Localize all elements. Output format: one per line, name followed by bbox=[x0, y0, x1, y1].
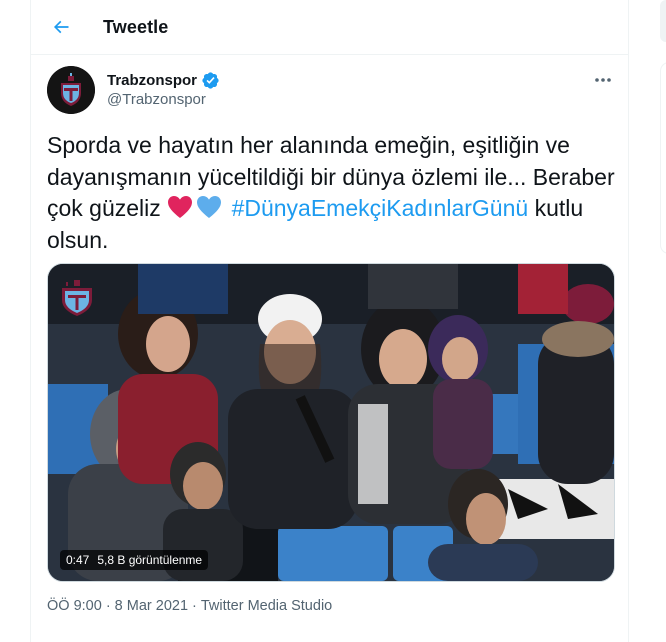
video-overlay: 0:47 5,8 B görüntülenme bbox=[60, 550, 209, 570]
tweet-text-line: olsun. bbox=[47, 226, 109, 253]
page-title: Tweetle bbox=[103, 16, 169, 37]
tweet-text-line: dayanışmanın yüceltildiği bir dünya özle… bbox=[47, 163, 615, 190]
meta-separator: · bbox=[192, 598, 197, 614]
video-frame bbox=[48, 264, 614, 581]
tweet-text: Sporda ve hayatın her alanında emeğin, e… bbox=[47, 130, 617, 256]
tweet-text-line: çok güzeliz #DünyaEmekçiKadınlarGünü kut… bbox=[47, 193, 617, 225]
author-handle[interactable]: @Trabzonspor bbox=[107, 91, 206, 108]
tweet-date[interactable]: 8 Mar 2021 bbox=[115, 598, 188, 614]
tweet-source[interactable]: Twitter Media Studio bbox=[201, 598, 332, 614]
video-view-count: 5,8 B görüntülenme bbox=[97, 553, 203, 567]
page-header: Tweetle bbox=[31, 0, 628, 55]
tweet-page: Tweetle Trabzonspor @Trabzonspor Sporda … bbox=[0, 0, 666, 642]
trabzonspor-logo-icon bbox=[47, 66, 95, 114]
tweet-text-segment: çok güzeliz bbox=[47, 195, 161, 221]
blue-heart-icon bbox=[197, 196, 222, 218]
red-heart-icon bbox=[168, 196, 193, 218]
tweet-time[interactable]: ÖÖ 9:00 bbox=[47, 598, 102, 614]
more-options-button[interactable] bbox=[588, 68, 618, 92]
column-divider-right bbox=[628, 0, 629, 642]
hashtag-link[interactable]: #DünyaEmekçiKadınlarGünü bbox=[232, 195, 529, 221]
verified-badge-icon bbox=[201, 71, 220, 90]
meta-separator: · bbox=[105, 598, 111, 614]
back-button[interactable] bbox=[43, 9, 79, 45]
tweet-text-line: Sporda ve hayatın her alanında emeğin, e… bbox=[47, 132, 570, 158]
tweet-meta: ÖÖ 9:00 · 8 Mar 2021 · Twitter Media Stu… bbox=[47, 598, 332, 614]
arrow-left-icon bbox=[53, 20, 69, 34]
video-duration: 0:47 bbox=[66, 553, 90, 567]
author-name-row[interactable]: Trabzonspor bbox=[107, 71, 220, 90]
column-divider-left bbox=[30, 0, 31, 642]
sidebar-search-fragment[interactable] bbox=[660, 0, 666, 42]
author-name[interactable]: Trabzonspor bbox=[107, 72, 197, 89]
tweet-text-segment: kutlu bbox=[534, 195, 584, 221]
more-horizontal-icon bbox=[595, 78, 611, 82]
avatar[interactable] bbox=[47, 66, 95, 114]
tweet-video[interactable]: 0:47 5,8 B görüntülenme bbox=[47, 263, 615, 582]
sidebar-card-fragment bbox=[660, 62, 666, 254]
